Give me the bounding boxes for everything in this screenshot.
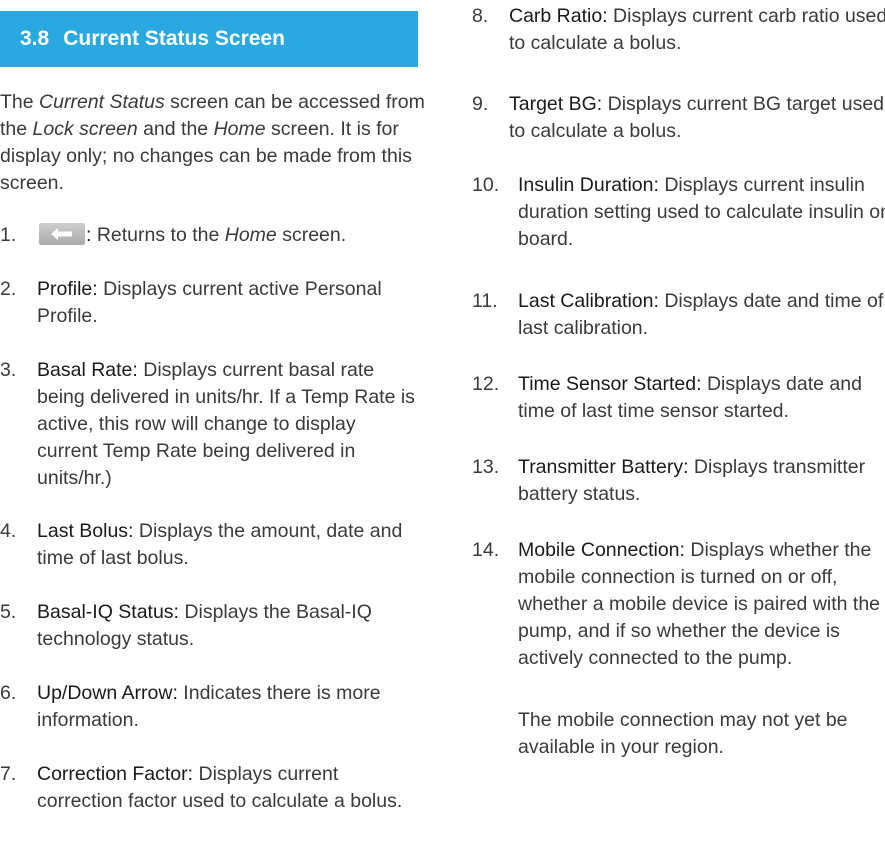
list-item: 7. Correction Factor: Displays current c… <box>0 761 420 815</box>
list-item: 9. Target BG: Displays current BG target… <box>472 91 885 145</box>
note-paragraph: The mobile connection may not yet be ava… <box>472 707 885 761</box>
item-term: Profile: <box>37 278 98 300</box>
list-item: 13. Transmitter Battery: Displays transm… <box>472 454 885 508</box>
note-text: The mobile connection may not yet be ava… <box>518 709 848 758</box>
item-number: 1. <box>0 224 17 246</box>
intro-paragraph: The Current Status screen can be accesse… <box>0 89 430 197</box>
intro-emphasis: Home <box>213 118 266 140</box>
item-emphasis: Home <box>224 224 277 246</box>
item-term: Transmitter Battery: <box>518 456 689 478</box>
intro-emphasis: Current Status <box>39 91 165 113</box>
item-term: Basal Rate: <box>37 359 138 381</box>
item-number: 11. <box>472 290 498 312</box>
item-number: 10. <box>472 174 500 196</box>
item-number: 7. <box>0 763 17 785</box>
item-number: 8. <box>472 5 489 27</box>
item-number: 12. <box>472 373 500 395</box>
item-description: Returns to the <box>91 224 225 246</box>
list-item: 6. Up/Down Arrow: Indicates there is mor… <box>0 680 420 734</box>
item-description: screen. <box>276 224 347 246</box>
item-term: Mobile Connection: <box>518 539 685 561</box>
item-term: Insulin Duration: <box>518 174 659 196</box>
list-item: 8. Carb Ratio: Displays current carb rat… <box>472 3 885 57</box>
back-arrow-icon <box>39 223 85 245</box>
item-number: 14. <box>472 539 500 561</box>
list-item: 5. Basal-IQ Status: Displays the Basal-I… <box>0 599 420 653</box>
list-item: 3. Basal Rate: Displays current basal ra… <box>0 357 420 492</box>
item-number: 3. <box>0 359 17 381</box>
intro-text: and the <box>137 118 214 140</box>
list-item: 10. Insulin Duration: Displays current i… <box>472 172 885 253</box>
list-item: 11. Last Calibration: Displays date and … <box>472 288 885 342</box>
item-number: 6. <box>0 682 17 704</box>
item-term: Time Sensor Started: <box>518 373 702 395</box>
item-number: 13. <box>472 456 500 478</box>
item-term: Correction Factor: <box>37 763 194 785</box>
section-title: Current Status Screen <box>63 27 285 50</box>
item-term: Basal-IQ Status: <box>37 601 179 623</box>
item-term: Last Calibration: <box>518 290 659 312</box>
item-number: 5. <box>0 601 17 623</box>
item-number: 9. <box>472 93 489 115</box>
list-item: 2. Profile: Displays current active Pers… <box>0 276 420 330</box>
intro-emphasis: Lock screen <box>32 118 138 140</box>
item-term: Up/Down Arrow: <box>37 682 178 704</box>
section-number: 3.8 <box>20 27 50 50</box>
item-term: Last Bolus: <box>37 520 134 542</box>
section-header: 3.8 Current Status Screen <box>0 11 418 67</box>
intro-text: The <box>0 91 40 113</box>
item-number: 2. <box>0 278 17 300</box>
list-item: 14. Mobile Connection: Displays whether … <box>472 537 885 672</box>
list-item: 12. Time Sensor Started: Displays date a… <box>472 371 885 425</box>
list-item: 4. Last Bolus: Displays the amount, date… <box>0 518 420 572</box>
item-term: Carb Ratio: <box>509 5 608 27</box>
item-term: Target BG: <box>509 93 603 115</box>
item-number: 4. <box>0 520 17 542</box>
list-item: 1. : Returns to the Home screen. <box>0 222 420 249</box>
